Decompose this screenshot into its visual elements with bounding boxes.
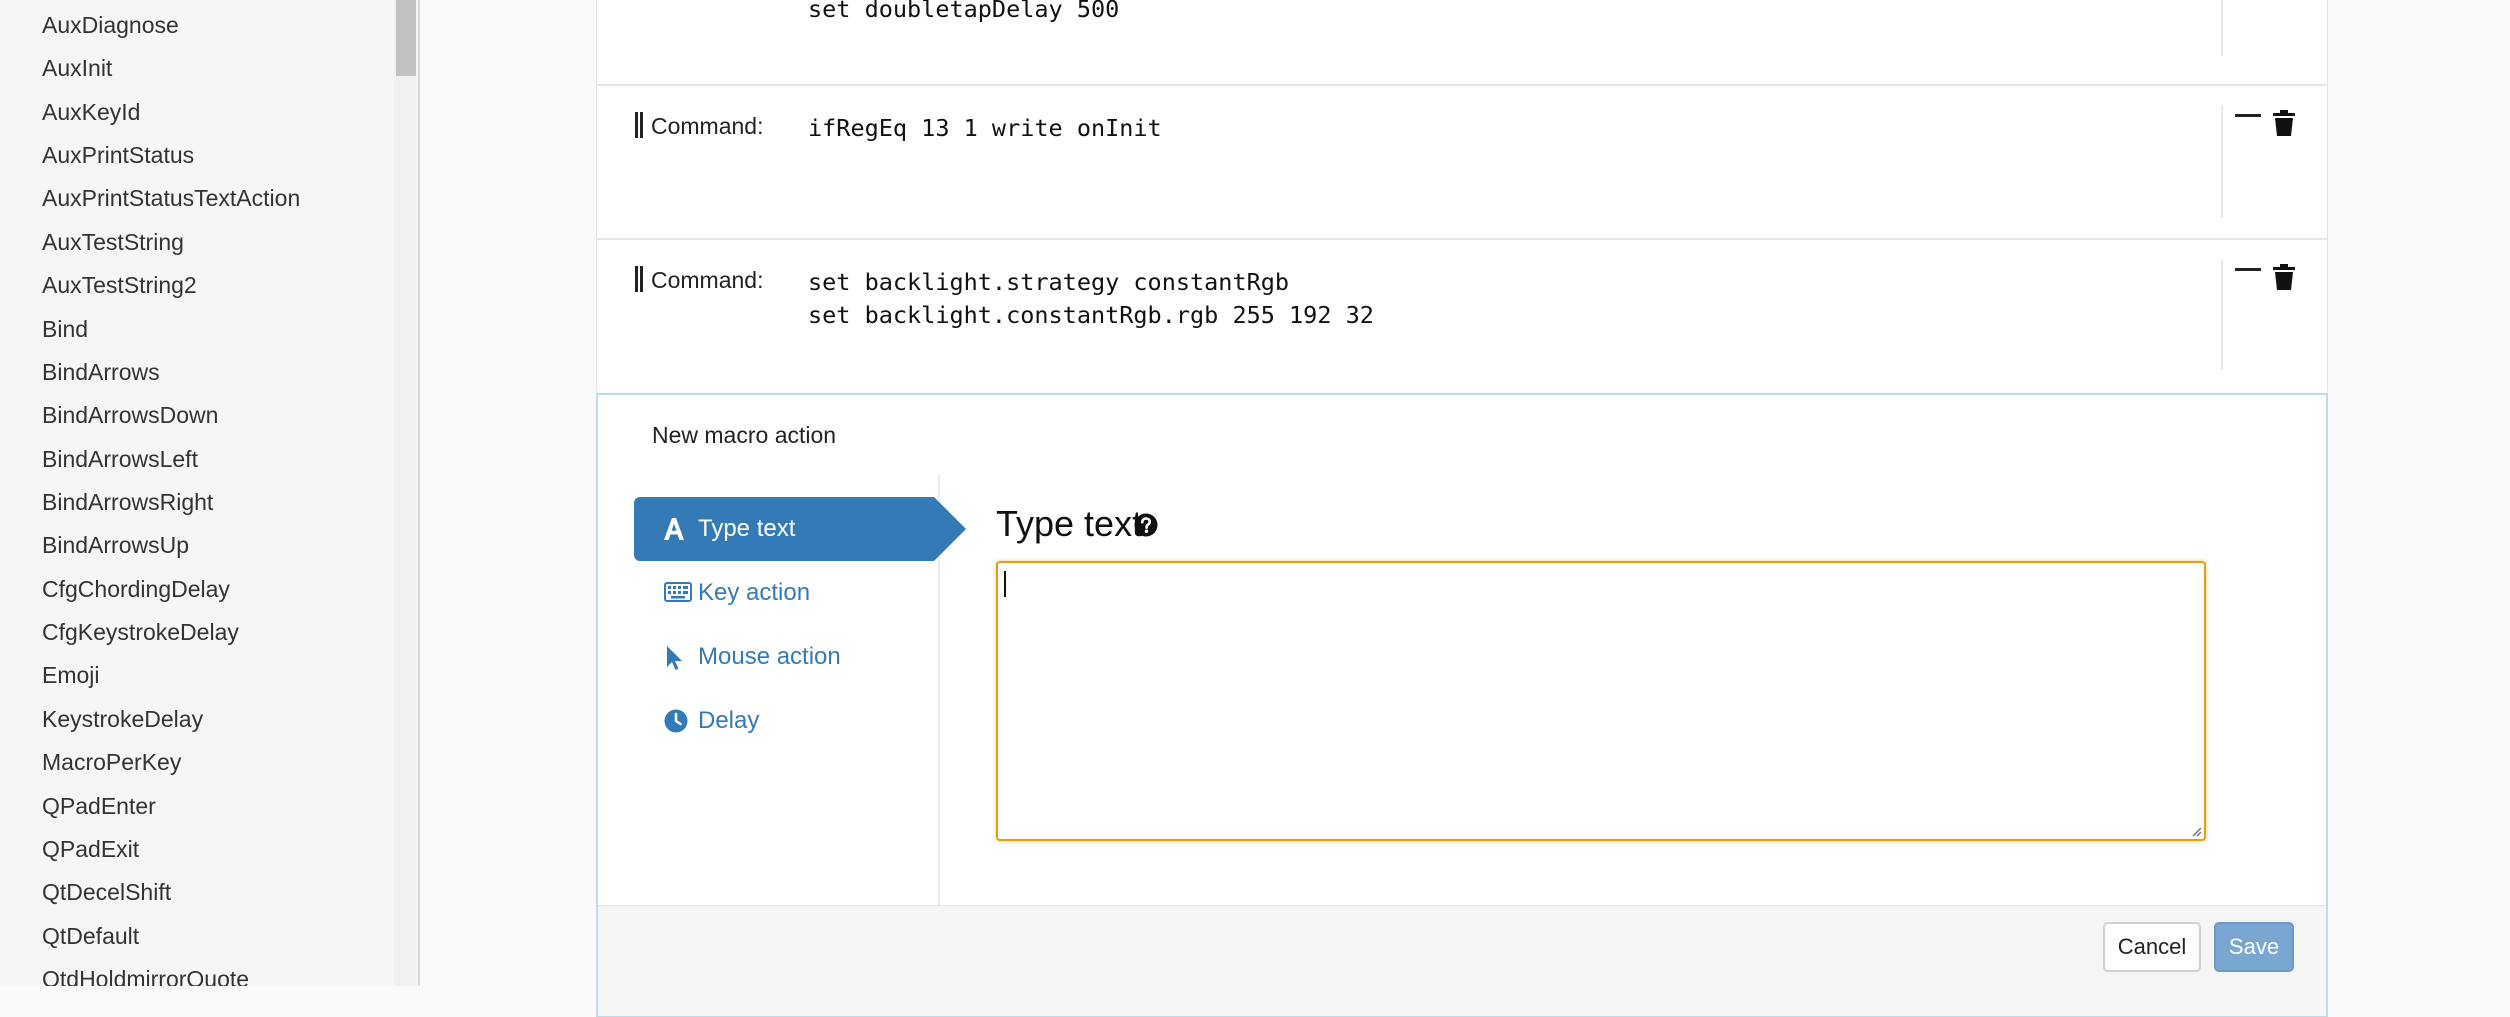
action-type-tabs: Type text Key action Mouse action Delay <box>634 475 966 905</box>
cancel-button[interactable]: Cancel <box>2103 922 2201 972</box>
action-divider <box>2221 0 2223 56</box>
sidebar-item-qpadexit[interactable]: QPadExit <box>42 834 139 864</box>
command-label: Command: <box>635 112 763 140</box>
question-circle-icon[interactable] <box>1134 513 1158 537</box>
sidebar-item-qtdecelshift[interactable]: QtDecelShift <box>42 877 171 907</box>
keyboard-icon <box>664 582 692 602</box>
type-text-textarea[interactable] <box>996 561 2206 841</box>
mouse-pointer-icon <box>667 646 682 670</box>
sidebar-item-auxteststring[interactable]: AuxTestString <box>42 227 184 257</box>
save-button[interactable]: Save <box>2214 922 2294 972</box>
sidebar-item-auxkeyid[interactable]: AuxKeyId <box>42 97 140 127</box>
resize-grip-icon[interactable] <box>2190 825 2202 837</box>
command-text-line: set backlight.constantRgb.rgb 255 192 32 <box>808 301 1374 329</box>
command-text-line: set backlight.strategy constantRgb <box>808 268 1290 296</box>
sidebar-item-cfgkeystrokedelay[interactable]: CfgKeystrokeDelay <box>42 617 239 647</box>
command-label: Command: <box>635 266 763 294</box>
new-macro-action-title: New macro action <box>652 422 837 448</box>
tab-mouse-action[interactable]: Mouse action <box>634 625 934 689</box>
tab-delay[interactable]: Delay <box>634 689 934 753</box>
sidebar-item-auxteststring2[interactable]: AuxTestString2 <box>42 270 197 300</box>
content-title: Type text <box>996 503 1143 544</box>
command-text: ifRegEq 13 1 write onInit <box>808 114 1162 142</box>
new-macro-action-panel: New macro action Type text Key action Mo… <box>596 393 2328 1017</box>
sidebar-item-bindarrowsleft[interactable]: BindArrowsLeft <box>42 444 198 474</box>
sidebar-item-auxdiagnose[interactable]: AuxDiagnose <box>42 10 179 40</box>
collapse-icon[interactable] <box>2235 114 2261 117</box>
sidebar-item-cfgchordingdelay[interactable]: CfgChordingDelay <box>42 574 230 604</box>
sidebar-item-bindarrowsdown[interactable]: BindArrowsDown <box>42 400 218 430</box>
trash-icon[interactable] <box>2273 110 2295 136</box>
tab-key-action[interactable]: Key action <box>634 561 934 625</box>
drag-handle-icon[interactable] <box>635 266 643 292</box>
drag-handle-icon[interactable] <box>635 112 643 138</box>
sidebar-item-bindarrowsright[interactable]: BindArrowsRight <box>42 487 213 517</box>
text-caret <box>1004 571 1006 597</box>
clock-icon <box>664 709 688 733</box>
sidebar-item-qtdholdmirrorquote[interactable]: QtdHoldmirrorQuote <box>42 964 249 986</box>
action-divider <box>2221 260 2223 370</box>
sidebar-scrollbar[interactable] <box>394 0 416 986</box>
sidebar-item-auxprintstatustextaction[interactable]: AuxPrintStatusTextAction <box>42 183 300 213</box>
action-divider <box>2221 106 2223 218</box>
collapse-icon[interactable] <box>2235 268 2261 271</box>
sidebar-item-auxinit[interactable]: AuxInit <box>42 53 112 83</box>
macro-editor: set doubletapDelay 500 Command: ifRegEq … <box>420 0 2510 1017</box>
tab-type-text[interactable]: Type text <box>634 497 966 561</box>
sidebar-item-bind[interactable]: Bind <box>42 314 88 344</box>
sidebar-item-bindarrows[interactable]: BindArrows <box>42 357 160 387</box>
font-icon <box>664 518 684 540</box>
sidebar-item-keystrokedelay[interactable]: KeystrokeDelay <box>42 704 203 734</box>
macro-action-command[interactable]: Command: ifRegEq 13 1 write onInit <box>596 86 2328 240</box>
sidebar-scrollbar-thumb[interactable] <box>396 0 416 76</box>
sidebar-item-emoji[interactable]: Emoji <box>42 660 100 690</box>
sidebar-item-auxprintstatus[interactable]: AuxPrintStatus <box>42 140 194 170</box>
trash-icon[interactable] <box>2273 264 2295 290</box>
sidebar-item-bindarrowsup[interactable]: BindArrowsUp <box>42 530 189 560</box>
new-action-footer: Cancel Save <box>598 905 2326 1016</box>
command-text: set doubletapDelay 500 <box>808 0 1120 23</box>
macro-action-command[interactable]: set doubletapDelay 500 <box>596 0 2328 86</box>
sidebar-item-qtdefault[interactable]: QtDefault <box>42 921 139 951</box>
macro-action-command[interactable]: Command: set backlight.strategy constant… <box>596 240 2328 393</box>
macro-sidebar: AuxDiagnose AuxInit AuxKeyId AuxPrintSta… <box>0 0 420 986</box>
sidebar-item-macroperkey[interactable]: MacroPerKey <box>42 747 181 777</box>
sidebar-item-qpadenter[interactable]: QPadEnter <box>42 791 156 821</box>
